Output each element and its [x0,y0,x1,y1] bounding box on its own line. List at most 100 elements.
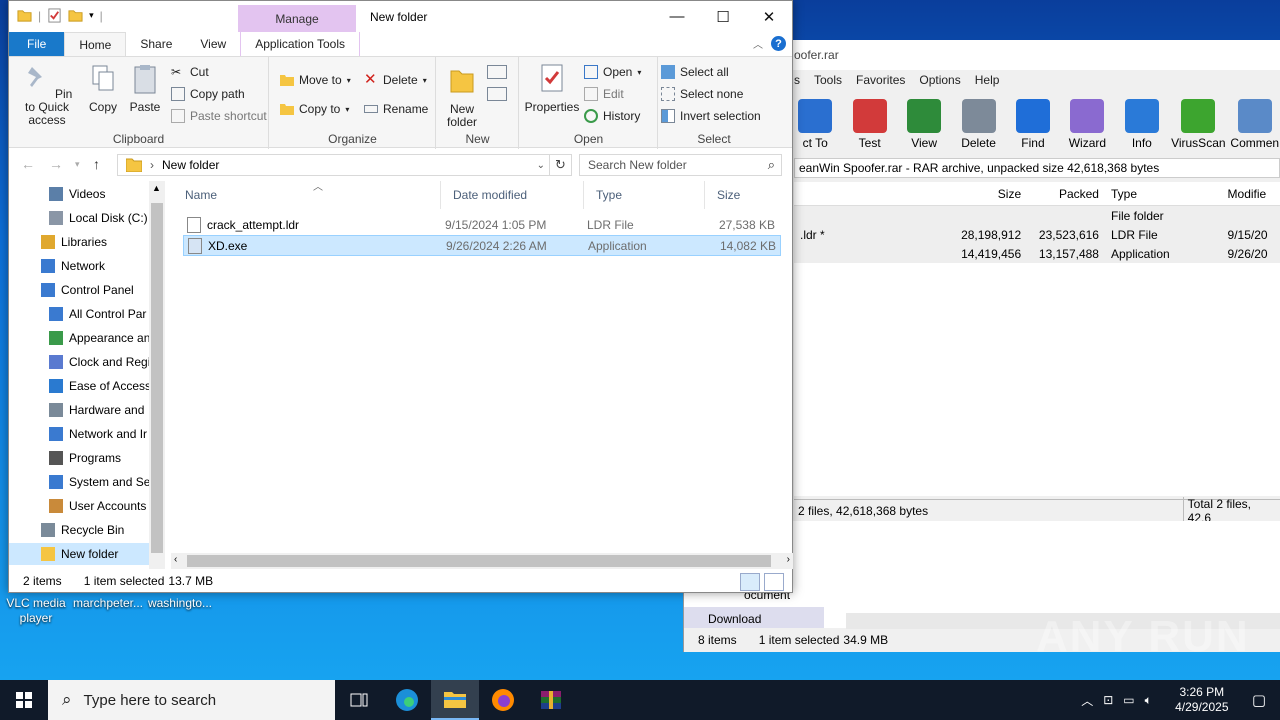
tab-file[interactable]: File [9,32,65,56]
winrar-menu-favorites[interactable]: Favorites [856,73,905,87]
select-all-button[interactable]: Select all [661,65,729,79]
nav-item[interactable]: User Accounts [9,495,149,517]
close-button[interactable]: ✕ [746,1,792,32]
file-hscroll-thumb[interactable] [187,555,771,567]
cut-button[interactable]: ✂ Cut [171,65,209,79]
history-button[interactable]: History [584,109,640,123]
back-arrow-icon[interactable]: ← [21,156,35,172]
tab-view[interactable]: View [186,32,240,56]
desktop-icon-washington[interactable]: washingto... [144,596,216,626]
forward-arrow-icon[interactable]: → [49,156,63,172]
winrar-row[interactable]: 14,419,456 13,157,488 Application 9/26/20 [794,244,1280,263]
winrar-tool-button[interactable]: Test [844,99,894,150]
taskbar-file-explorer[interactable] [431,680,479,720]
notifications-icon[interactable]: ▢ [1252,691,1266,709]
winrar-tool-button[interactable]: Info [1117,99,1167,150]
nav-item[interactable]: Hardware and [9,399,149,421]
winrar-tool-button[interactable]: ct To [790,99,840,150]
nav-item[interactable]: Libraries [9,231,149,253]
paste-shortcut-button[interactable]: Paste shortcut [171,109,267,123]
nav-item[interactable]: Local Disk (C:) [9,207,149,229]
qat-dropdown-icon[interactable]: ▾ [89,10,94,21]
nav-scroll-thumb[interactable] [151,203,163,553]
col-type[interactable]: Type [584,181,705,209]
tab-share[interactable]: Share [126,32,186,56]
copy-to-button[interactable]: Copy to ▾ [280,102,349,116]
edit-button[interactable]: Edit [584,87,624,101]
winrar-tool-button[interactable]: Find [1008,99,1058,150]
nav-item[interactable]: System and Sec [9,471,149,493]
winrar-menu-help[interactable]: Help [975,73,1000,87]
winrar-menu-tools[interactable]: Tools [814,73,842,87]
winrar-menu-options[interactable]: Options [919,73,960,87]
nav-item[interactable]: Programs [9,447,149,469]
delete-button[interactable]: ✕ Delete ▾ [364,72,427,87]
file-row[interactable]: crack_attempt.ldr 9/15/2024 1:05 PM LDR Fi… [183,214,781,235]
col-date-modified[interactable]: Date modified [441,181,584,209]
col-name[interactable]: Name [173,181,441,209]
nav-item[interactable]: Network and Ir [9,423,149,445]
scroll-left-icon[interactable]: ‹ [174,554,177,565]
desktop-icon-vlc[interactable]: VLC media player [0,596,72,626]
volume-icon[interactable]: 🔈︎ [1145,693,1152,708]
nav-item[interactable]: Videos [9,183,149,205]
pin-quick-access-button[interactable]: Pin to Quick access [15,63,79,127]
new-folder-button[interactable]: New folder [441,65,483,129]
file-row[interactable]: XD.exe 9/26/2024 2:26 AM Application 14,082… [183,235,781,256]
nav-item[interactable]: All Control Par [9,303,149,325]
help-icon[interactable]: ? [771,36,786,51]
taskbar-winrar[interactable] [527,680,575,720]
col-size[interactable]: Size [705,181,775,209]
file-hscrollbar[interactable]: ‹ › [171,553,793,569]
scroll-up-icon[interactable]: ▲ [152,183,161,193]
recent-dropdown-icon[interactable]: ▾ [75,159,80,170]
winrar-row[interactable]: .ldr * 28,198,912 23,523,616 LDR File 9/15/2… [794,225,1280,244]
winrar-col-packed[interactable]: Packed [1027,187,1105,201]
winrar-row[interactable]: File folder [794,206,1280,225]
network-icon[interactable]: ▭ [1123,693,1134,707]
tray-overflow-icon[interactable]: ︿ [1081,692,1093,709]
nav-item[interactable]: Clock and Regi [9,351,149,373]
winrar-col-type[interactable]: Type [1105,187,1222,201]
search-input[interactable]: Search New folder ⌕ [579,154,782,176]
tab-manage[interactable]: Manage [238,5,356,32]
winrar-tool-button[interactable]: Delete [953,99,1003,150]
copy-button[interactable]: Copy [83,63,123,114]
taskbar-edge[interactable] [383,680,431,720]
nav-scrollbar[interactable]: ▲ [149,181,165,569]
winrar-tool-button[interactable]: Commen [1230,99,1280,150]
paste-button[interactable]: Paste [125,63,165,114]
taskbar-firefox[interactable] [479,680,527,720]
taskbar-search[interactable]: ⌕ Type here to search [48,680,335,720]
copy-path-button[interactable]: Copy path [171,87,245,101]
winrar-tool-button[interactable]: VirusScan [1171,99,1226,150]
invert-selection-button[interactable]: Invert selection [661,109,761,123]
nav-item[interactable]: Appearance an [9,327,149,349]
large-icons-view-icon[interactable] [764,573,784,591]
folder-icon[interactable] [17,8,32,23]
new-folder-icon[interactable] [68,8,83,23]
address-bar[interactable]: › New folder ⌄ [117,154,550,176]
minimize-button[interactable]: — [654,1,700,32]
tray-device-icon[interactable]: ⊡ [1103,693,1113,707]
breadcrumb[interactable]: New folder [162,158,219,172]
nav-item[interactable]: Recycle Bin [9,519,149,541]
properties-button[interactable]: Properties [524,63,580,114]
winrar-tool-button[interactable]: Wizard [1062,99,1112,150]
refresh-button[interactable]: ↻ [550,154,572,176]
tab-application-tools[interactable]: Application Tools [240,32,361,56]
winrar-menu-commands[interactable]: s [794,73,800,87]
rename-button[interactable]: Rename [364,102,428,116]
nav-item[interactable]: Network [9,255,149,277]
address-dropdown-icon[interactable]: ⌄ [537,160,545,171]
easy-access-icon[interactable] [487,87,507,101]
new-item-icon[interactable] [487,65,507,79]
winrar-col-size[interactable]: Size [949,187,1027,201]
clock[interactable]: 3:26 PM 4/29/2025 [1162,685,1242,715]
scroll-right-icon[interactable]: › [787,554,790,565]
nav-item[interactable]: New folder [9,543,149,565]
select-none-button[interactable]: Select none [661,87,743,101]
tab-home[interactable]: Home [64,32,127,56]
nav-item[interactable]: Control Panel [9,279,149,301]
open-button[interactable]: Open ▾ [584,65,641,79]
